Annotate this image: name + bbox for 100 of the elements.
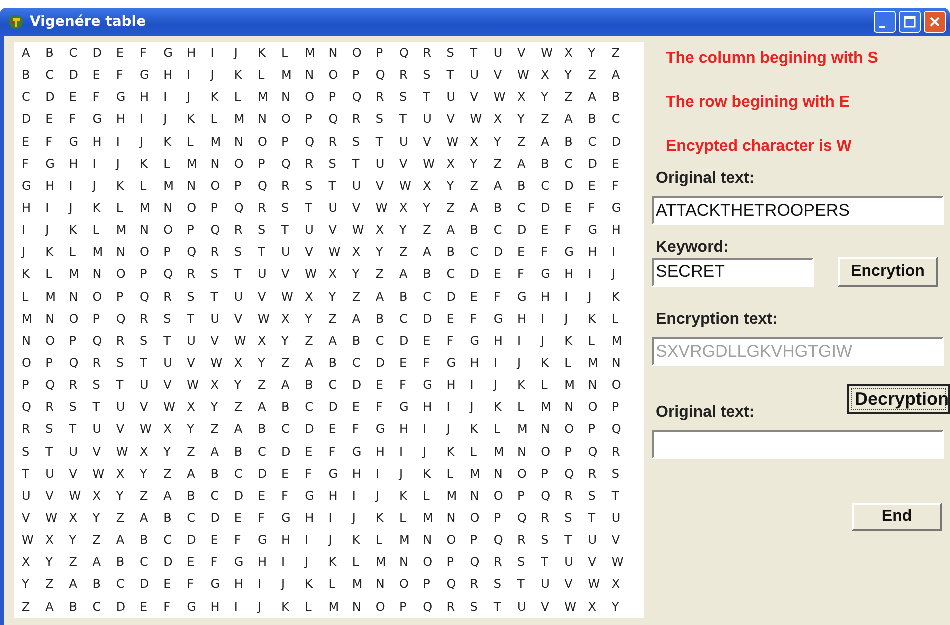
- close-button[interactable]: [924, 11, 946, 33]
- table-cell-text: G: [423, 378, 434, 392]
- app-icon: [8, 14, 24, 30]
- table-cell-text: B: [116, 555, 126, 570]
- table-cell-text: O: [612, 378, 622, 392]
- field-label: Encryption text:: [656, 311, 779, 329]
- table-cell-text: G: [258, 533, 268, 548]
- table-cell-text: J: [69, 201, 74, 216]
- table-cell-text: B: [541, 156, 550, 171]
- table-cell-text: I: [470, 378, 475, 392]
- table-cell-text: E: [164, 577, 172, 592]
- table-cell-text: A: [494, 178, 504, 193]
- table-cell-text: F: [564, 223, 573, 238]
- table-cell-text: T: [234, 267, 243, 282]
- table-cell-text: C: [22, 90, 32, 104]
- table-cell-text: B: [46, 46, 55, 60]
- table-cell-text: Q: [92, 334, 104, 348]
- table-cell-text: J: [187, 90, 192, 104]
- table-cell-text: F: [612, 178, 620, 193]
- table-cell-text: N: [210, 156, 221, 171]
- table-cell-text: R: [282, 178, 291, 193]
- table-cell-text: M: [305, 46, 316, 60]
- table-cell-text: Y: [234, 378, 243, 392]
- table-cell-text: M: [541, 400, 552, 414]
- table-cell-text: U: [187, 334, 197, 348]
- table-cell-text: L: [564, 356, 572, 370]
- table-cell-text: F: [305, 466, 314, 481]
- table-cell-text: Z: [258, 378, 268, 392]
- table-cell-text: X: [210, 378, 220, 392]
- table-cell-text: X: [376, 223, 386, 238]
- table-cell-text: N: [517, 444, 528, 459]
- table-cell-text: F: [446, 334, 455, 348]
- table-cell-text: R: [494, 555, 504, 570]
- table-cell-text: C: [376, 334, 386, 348]
- table-cell-text: Z: [140, 488, 150, 503]
- table-cell-text: M: [234, 112, 246, 126]
- table-cell-text: P: [305, 112, 314, 126]
- table-cell-text: J: [258, 600, 262, 614]
- table-cell-text: R: [187, 267, 196, 282]
- table-cell-text: M: [140, 201, 152, 216]
- end-button[interactable]: End: [852, 503, 942, 531]
- table-cell-text: K: [400, 488, 408, 503]
- table-cell-text: H: [588, 245, 598, 260]
- table-cell-text: A: [328, 334, 338, 348]
- table-cell-text: O: [588, 400, 599, 414]
- table-cell-text: A: [423, 245, 432, 260]
- table-cell-text: F: [258, 511, 266, 526]
- table-cell-text: M: [564, 378, 576, 392]
- table-cell-text: D: [282, 444, 292, 459]
- table-cell-text: K: [588, 312, 598, 326]
- field-label: Original text:: [656, 404, 755, 422]
- table-cell-text: A: [352, 312, 362, 326]
- text-field[interactable]: ATTACKTHETROOPERS: [652, 196, 944, 225]
- table-cell-text: X: [446, 156, 456, 171]
- text-field[interactable]: [652, 430, 944, 459]
- decrypt-button[interactable]: Decryption: [847, 384, 950, 414]
- table-cell-text: L: [352, 555, 360, 570]
- table-cell-text: X: [22, 555, 32, 570]
- table-cell-text: G: [282, 511, 292, 526]
- table-cell-text: W: [69, 488, 82, 503]
- table-cell-text: N: [541, 422, 552, 436]
- table-cell-text: H: [612, 223, 622, 238]
- table-cell-text: K: [164, 134, 172, 149]
- table-cell-text: V: [282, 267, 291, 282]
- table-cell-text: O: [22, 356, 32, 370]
- table-cell-text: I: [46, 201, 50, 216]
- table-cell-text: Y: [494, 134, 502, 149]
- window-title: Vigenére table: [30, 14, 148, 30]
- table-cell-text: U: [92, 422, 103, 436]
- text-field[interactable]: SECRET: [652, 258, 814, 286]
- minimize-button[interactable]: [874, 11, 896, 33]
- table-cell-text: Z: [564, 90, 574, 104]
- table-cell-text: U: [234, 290, 244, 304]
- table-cell-text: U: [116, 400, 126, 414]
- table-cell-text: X: [69, 511, 78, 526]
- table-cell-text: D: [470, 267, 481, 282]
- table-cell-text: C: [517, 201, 527, 216]
- encrypt-button[interactable]: Encrytion: [838, 257, 938, 287]
- table-cell-text: L: [210, 112, 218, 126]
- table-cell-text: J: [234, 46, 239, 60]
- table-cell-text: Q: [210, 223, 222, 238]
- table-cell-text: T: [92, 400, 102, 414]
- table-cell-text: U: [470, 68, 480, 82]
- table-cell-text: Y: [517, 112, 526, 126]
- table-cell-text: H: [446, 378, 457, 392]
- table-cell-text: D: [423, 312, 434, 326]
- table-cell-text: I: [210, 46, 216, 60]
- table-cell-text: V: [116, 422, 126, 436]
- table-cell-text: S: [140, 334, 149, 348]
- table-cell-text: H: [470, 356, 480, 370]
- table-cell-text: X: [258, 334, 268, 348]
- table-cell-text: W: [517, 68, 530, 82]
- table-cell-text: C: [400, 312, 409, 326]
- maximize-button[interactable]: [899, 11, 921, 33]
- table-cell-text: F: [187, 577, 196, 592]
- table-cell-text: Z: [470, 178, 480, 193]
- table-cell-text: X: [470, 134, 480, 149]
- table-cell-text: M: [517, 422, 529, 436]
- table-cell-text: G: [164, 46, 174, 60]
- table-cell-text: C: [470, 245, 480, 260]
